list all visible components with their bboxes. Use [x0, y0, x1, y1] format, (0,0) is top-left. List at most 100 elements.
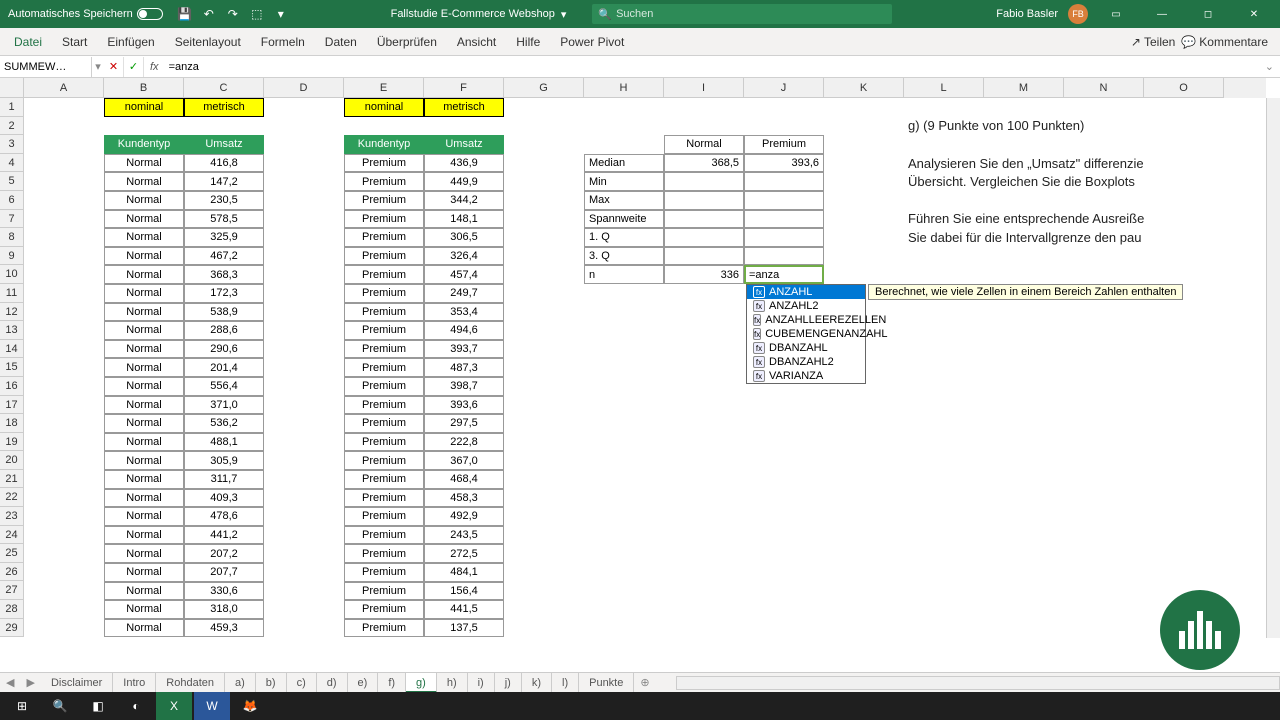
row-header[interactable]: 21: [0, 470, 24, 489]
sheet-tab[interactable]: k): [522, 673, 552, 693]
cell[interactable]: Premium: [344, 526, 424, 545]
cell[interactable]: 306,5: [424, 228, 504, 247]
cell[interactable]: 156,4: [424, 582, 504, 601]
sheet-tab[interactable]: l): [552, 673, 579, 693]
row-header[interactable]: 8: [0, 228, 24, 247]
cell[interactable]: Premium: [344, 358, 424, 377]
cell[interactable]: 207,7: [184, 563, 264, 582]
cell[interactable]: 311,7: [184, 470, 264, 489]
sheet-tab[interactable]: d): [317, 673, 348, 693]
row-header[interactable]: 3: [0, 135, 24, 154]
ribbon-options-icon[interactable]: ▭: [1098, 0, 1134, 28]
cell[interactable]: Premium: [344, 470, 424, 489]
cell[interactable]: 172,3: [184, 284, 264, 303]
cell[interactable]: 556,4: [184, 377, 264, 396]
cell[interactable]: Premium: [344, 303, 424, 322]
cell[interactable]: 494,6: [424, 321, 504, 340]
cell[interactable]: 416,8: [184, 154, 264, 173]
cell[interactable]: Premium: [344, 396, 424, 415]
minimize-icon[interactable]: —: [1144, 0, 1180, 28]
tab-einfuegen[interactable]: Einfügen: [97, 28, 164, 56]
taskview-icon[interactable]: ◧: [80, 692, 116, 720]
cell[interactable]: Normal: [104, 396, 184, 415]
name-box[interactable]: SUMMEW…: [0, 57, 92, 77]
row-header[interactable]: 29: [0, 619, 24, 638]
tab-ansicht[interactable]: Ansicht: [447, 28, 506, 56]
cell[interactable]: 467,2: [184, 247, 264, 266]
start-icon[interactable]: ⊞: [4, 692, 40, 720]
close-icon[interactable]: ✕: [1236, 0, 1272, 28]
cell[interactable]: [744, 228, 824, 247]
row-header[interactable]: 11: [0, 284, 24, 303]
cell[interactable]: [664, 228, 744, 247]
sheet-tab[interactable]: b): [256, 673, 287, 693]
cell[interactable]: Normal: [104, 191, 184, 210]
column-header[interactable]: L: [904, 78, 984, 98]
column-header[interactable]: E: [344, 78, 424, 98]
cell[interactable]: 272,5: [424, 544, 504, 563]
redo-icon[interactable]: ↷: [225, 6, 241, 22]
cell[interactable]: 326,4: [424, 247, 504, 266]
expand-formula-icon[interactable]: ⌄: [1259, 60, 1280, 73]
cell[interactable]: Normal: [104, 265, 184, 284]
tab-seitenlayout[interactable]: Seitenlayout: [165, 28, 251, 56]
cell[interactable]: 538,9: [184, 303, 264, 322]
cell[interactable]: 230,5: [184, 191, 264, 210]
cell[interactable]: 368,5: [664, 154, 744, 173]
row-header[interactable]: 5: [0, 172, 24, 191]
sheet-nav-next-icon[interactable]: ▶: [20, 676, 40, 689]
cell[interactable]: Spannweite: [584, 210, 664, 229]
column-header[interactable]: C: [184, 78, 264, 98]
cell[interactable]: 393,7: [424, 340, 504, 359]
cell[interactable]: Normal: [104, 303, 184, 322]
cell[interactable]: 325,9: [184, 228, 264, 247]
column-header[interactable]: M: [984, 78, 1064, 98]
sheet-tab[interactable]: g): [406, 673, 437, 693]
autocomplete-item[interactable]: fxDBANZAHL2: [747, 355, 865, 369]
cell[interactable]: 488,1: [184, 433, 264, 452]
cell[interactable]: 441,2: [184, 526, 264, 545]
search-input[interactable]: 🔍 Suchen: [592, 4, 892, 24]
chevron-down-icon[interactable]: ▾: [561, 8, 567, 21]
active-cell[interactable]: =anza: [744, 265, 824, 284]
chevron-down-icon[interactable]: ▾: [273, 6, 289, 22]
cell[interactable]: 243,5: [424, 526, 504, 545]
excel-icon[interactable]: X: [156, 692, 192, 720]
autosave-toggle[interactable]: Automatisches Speichern: [0, 8, 171, 20]
cell[interactable]: Normal: [104, 600, 184, 619]
cell[interactable]: Premium: [344, 489, 424, 508]
cell[interactable]: 393,6: [744, 154, 824, 173]
row-header[interactable]: 6: [0, 191, 24, 210]
cell[interactable]: Median: [584, 154, 664, 173]
column-header[interactable]: B: [104, 78, 184, 98]
cell[interactable]: 1. Q: [584, 228, 664, 247]
cell[interactable]: Umsatz: [424, 135, 504, 154]
cell[interactable]: 336: [664, 265, 744, 284]
cell[interactable]: Umsatz: [184, 135, 264, 154]
maximize-icon[interactable]: ◻: [1190, 0, 1226, 28]
cell[interactable]: Premium: [344, 321, 424, 340]
cell[interactable]: 458,3: [424, 489, 504, 508]
tab-powerpivot[interactable]: Power Pivot: [550, 28, 634, 56]
cell[interactable]: 222,8: [424, 433, 504, 452]
column-header[interactable]: O: [1144, 78, 1224, 98]
column-header[interactable]: G: [504, 78, 584, 98]
sheet-tab[interactable]: Rohdaten: [156, 673, 225, 693]
cell[interactable]: [744, 210, 824, 229]
accept-formula-icon[interactable]: ✓: [124, 57, 144, 77]
cell[interactable]: Max: [584, 191, 664, 210]
autocomplete-item[interactable]: fxVARIANZA: [747, 369, 865, 383]
sheet-tab[interactable]: Intro: [113, 673, 156, 693]
firefox-icon[interactable]: 🦊: [232, 692, 268, 720]
cell[interactable]: 201,4: [184, 358, 264, 377]
cell[interactable]: 344,2: [424, 191, 504, 210]
select-all-corner[interactable]: [0, 78, 24, 98]
sheet-tab[interactable]: h): [437, 673, 468, 693]
cell[interactable]: 492,9: [424, 507, 504, 526]
cell[interactable]: Premium: [344, 563, 424, 582]
row-header[interactable]: 9: [0, 247, 24, 266]
avatar[interactable]: FB: [1068, 4, 1088, 24]
cell[interactable]: Normal: [104, 321, 184, 340]
cell[interactable]: Premium: [344, 619, 424, 638]
cell[interactable]: 318,0: [184, 600, 264, 619]
